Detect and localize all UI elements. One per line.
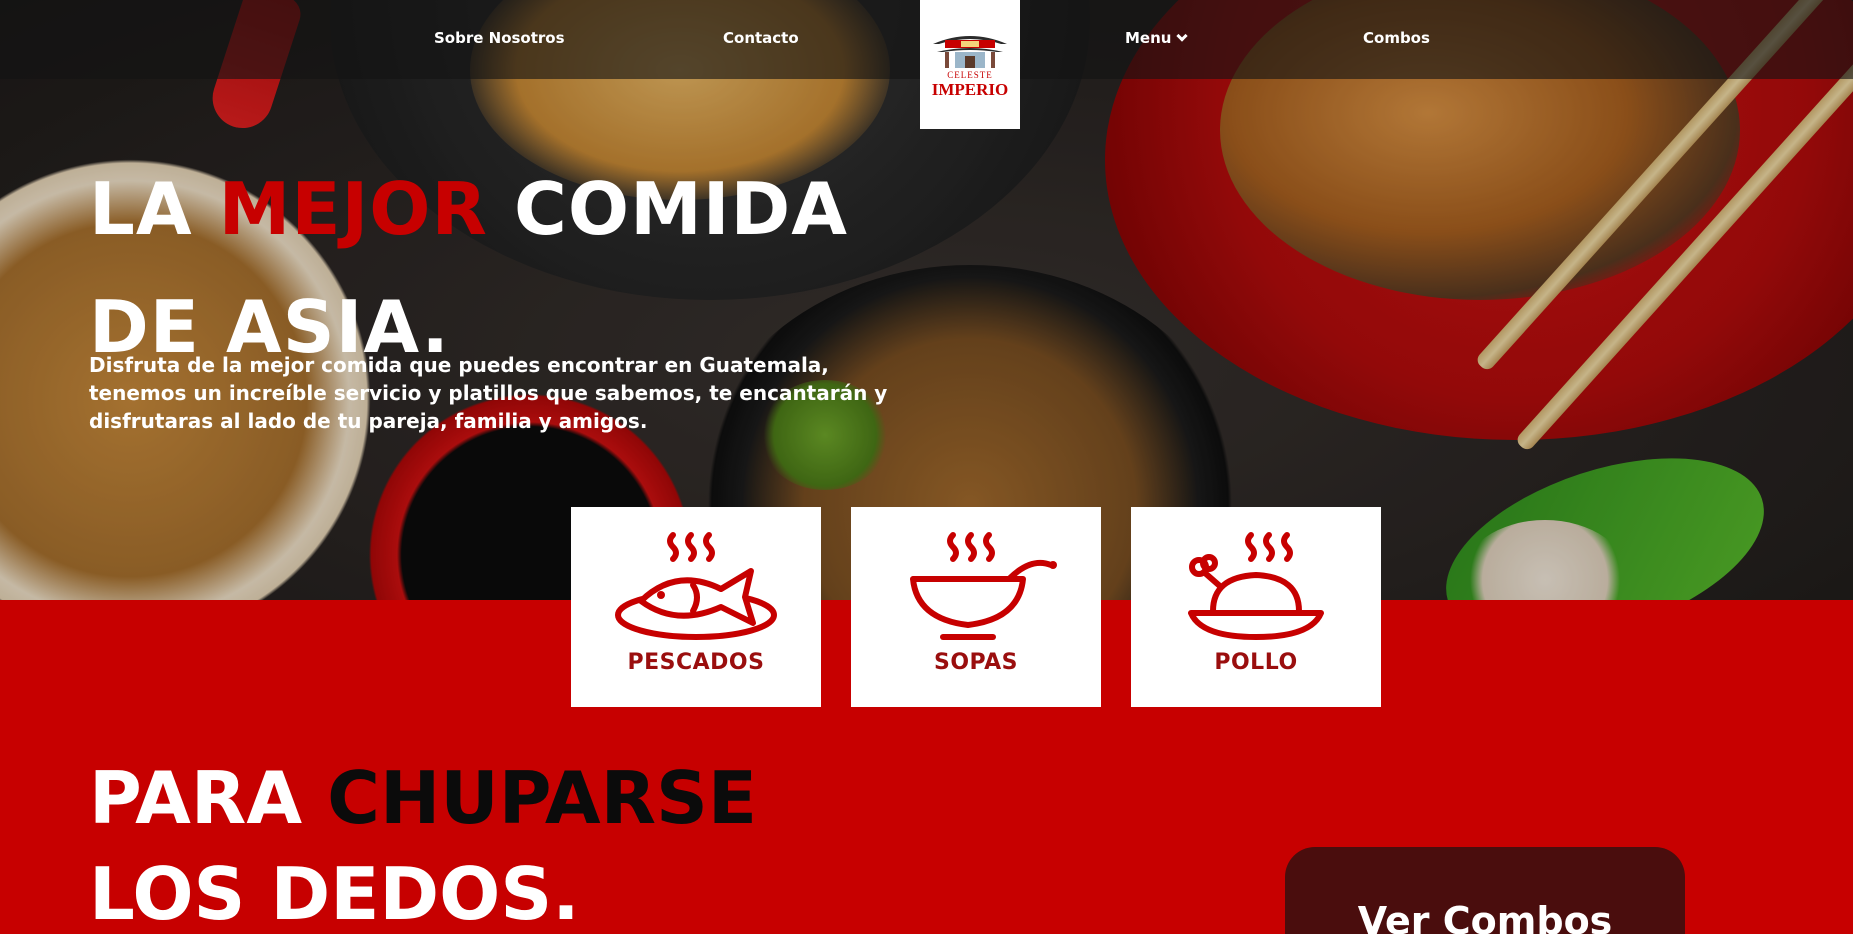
- hero-title-accent: MEJOR: [218, 167, 488, 251]
- nav-link-combos[interactable]: Combos: [1363, 29, 1430, 47]
- soup-bowl-icon: [910, 532, 1057, 640]
- category-label: SOPAS: [933, 650, 1019, 675]
- category-card-sopas[interactable]: SOPAS: [851, 507, 1101, 707]
- hero-description: Disfruta de la mejor comida que puedes e…: [89, 353, 888, 433]
- logo-name: IMPERIO: [931, 80, 1009, 99]
- logo[interactable]: CELESTE IMPERIO: [920, 0, 1020, 129]
- nav-link-sobre-nosotros[interactable]: Sobre Nosotros: [434, 29, 565, 47]
- logo-subtitle: CELESTE: [947, 70, 993, 80]
- chicken-dish-icon: [1188, 532, 1324, 640]
- category-card-pescados[interactable]: PESCADOS: [571, 507, 821, 707]
- nav-menu-dropdown[interactable]: Menu: [1125, 29, 1189, 47]
- category-card-pollo[interactable]: POLLO: [1131, 507, 1381, 707]
- fish-dish-icon: [615, 532, 777, 640]
- nav-menu-label: Menu: [1125, 29, 1172, 47]
- category-label: POLLO: [1214, 650, 1298, 675]
- section-title: PARA CHUPARSE LOS DEDOS.: [89, 750, 757, 934]
- hero-title-part: LA: [89, 167, 219, 251]
- category-label: PESCADOS: [627, 650, 765, 675]
- section-title-accent: CHUPARSE: [327, 756, 758, 840]
- nav-link-contacto[interactable]: Contacto: [723, 29, 799, 47]
- chevron-down-icon: [1176, 30, 1189, 42]
- section-title-part: PARA: [89, 756, 328, 840]
- section-title-part: LOS DEDOS.: [89, 852, 580, 934]
- temple-icon: [933, 36, 1007, 68]
- ver-combos-button[interactable]: Ver Combos: [1285, 847, 1685, 934]
